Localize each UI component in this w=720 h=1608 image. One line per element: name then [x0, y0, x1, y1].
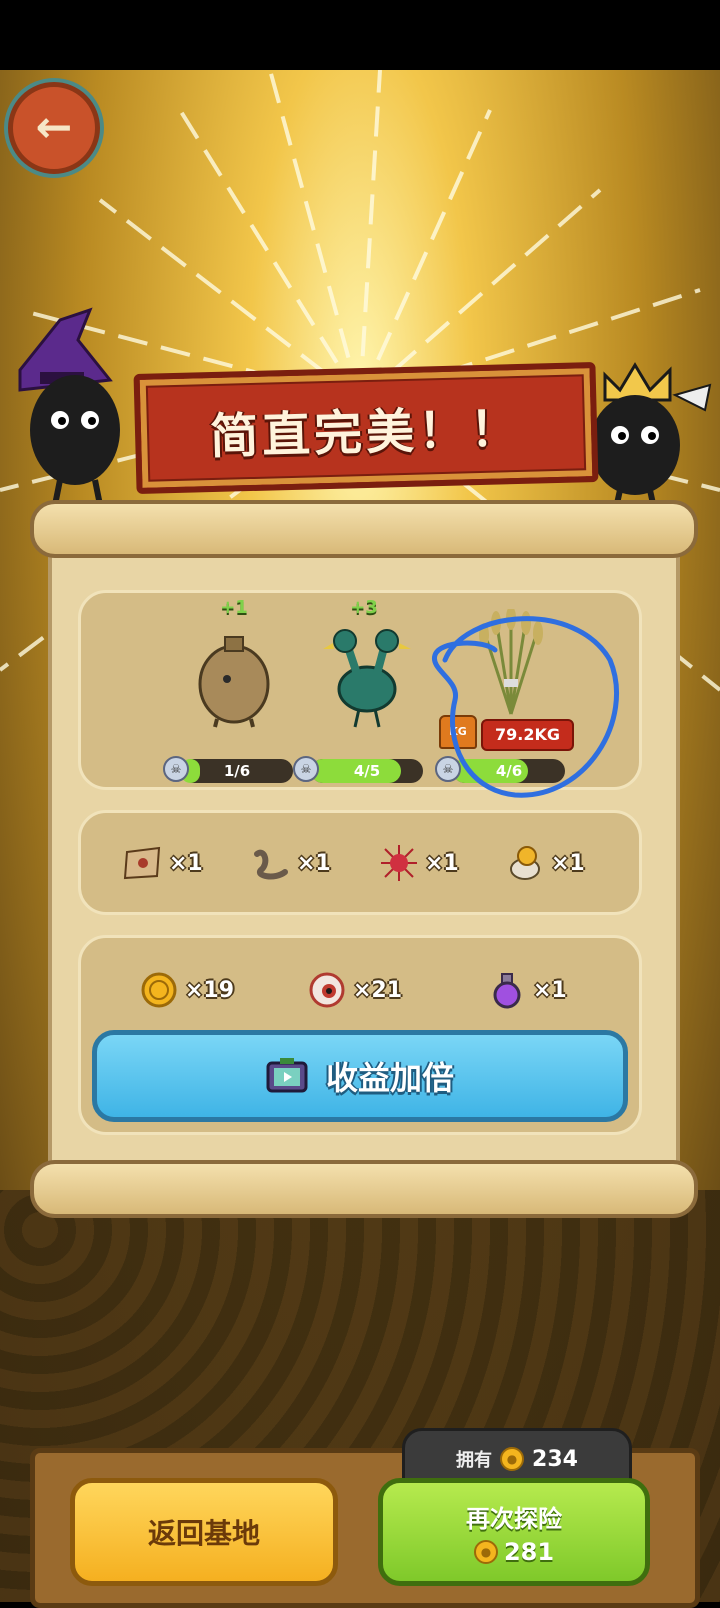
annotation-circle — [432, 616, 620, 798]
worm-icon — [251, 843, 291, 883]
reward-item[interactable]: ×19 — [139, 970, 234, 1010]
explore-cost: ● 281 — [473, 1537, 555, 1566]
explore-again-label: 再次探险 — [466, 1504, 562, 1533]
tv-ad-icon — [266, 1058, 308, 1093]
gold-coin-icon — [139, 970, 179, 1010]
item-count: ×19 — [185, 977, 235, 1003]
item-count: ×1 — [169, 850, 203, 876]
return-to-base-button[interactable]: 返回基地 — [70, 1478, 338, 1586]
scroll-bottom-roll — [30, 1160, 698, 1218]
item-count: ×1 — [297, 850, 331, 876]
progress-text: 1/6 — [223, 762, 251, 780]
back-button[interactable]: ← — [8, 82, 100, 174]
horned-skull-icon: ☠ — [163, 756, 189, 782]
purple-potion-icon — [487, 970, 527, 1010]
creature-bonus: +3 — [350, 597, 378, 618]
item-count: ×21 — [353, 977, 403, 1003]
coin-pouch-icon — [505, 843, 545, 883]
double-rewards-label: 收益加倍 — [325, 1059, 454, 1097]
scroll-top-roll — [30, 500, 698, 558]
horned-skull-icon: ☠ — [293, 756, 319, 782]
map-scroll-icon — [123, 843, 163, 883]
sack-creature-icon — [198, 636, 270, 728]
item-count: ×1 — [425, 850, 459, 876]
material-item[interactable]: ×1 — [379, 843, 459, 883]
banner-title: 简直完美！！ — [209, 400, 523, 466]
red-urchin-icon — [379, 843, 419, 883]
owned-value: 234 — [532, 1446, 578, 1472]
two-headed-bird-icon — [323, 629, 411, 728]
material-item[interactable]: ×1 — [123, 843, 203, 883]
material-item[interactable]: ×1 — [251, 843, 331, 883]
double-rewards-button[interactable]: 收益加倍 — [92, 1030, 628, 1122]
explore-cost-value: 281 — [503, 1537, 555, 1566]
explore-again-button[interactable]: 再次探险 ● 281 — [378, 1478, 650, 1586]
creature-progress-bar: 1/6 — [181, 759, 293, 783]
progress-text: 4/5 — [353, 762, 381, 780]
item-count: ×1 — [533, 977, 567, 1003]
arrow-left-icon: ← — [35, 102, 73, 153]
creature-bonus: +1 — [220, 597, 248, 618]
gold-coin-icon: ● — [473, 1539, 498, 1564]
gold-coin-icon: ● — [500, 1447, 525, 1471]
return-label: 返回基地 — [147, 1517, 260, 1550]
eyeball-icon — [307, 970, 347, 1010]
materials-section: ×1 ×1 ×1 ×1 — [78, 810, 642, 915]
witch-character-icon — [18, 307, 120, 506]
material-item[interactable]: ×1 — [505, 843, 585, 883]
reward-item[interactable]: ×21 — [307, 970, 402, 1010]
owned-label: 拥有 — [456, 1450, 493, 1471]
item-count: ×1 — [551, 850, 585, 876]
reward-item[interactable]: ×1 — [487, 970, 567, 1010]
result-banner: 简直完美！！ — [133, 361, 599, 495]
creature-progress-bar: 4/5 — [311, 759, 423, 783]
status-bar — [0, 0, 720, 70]
